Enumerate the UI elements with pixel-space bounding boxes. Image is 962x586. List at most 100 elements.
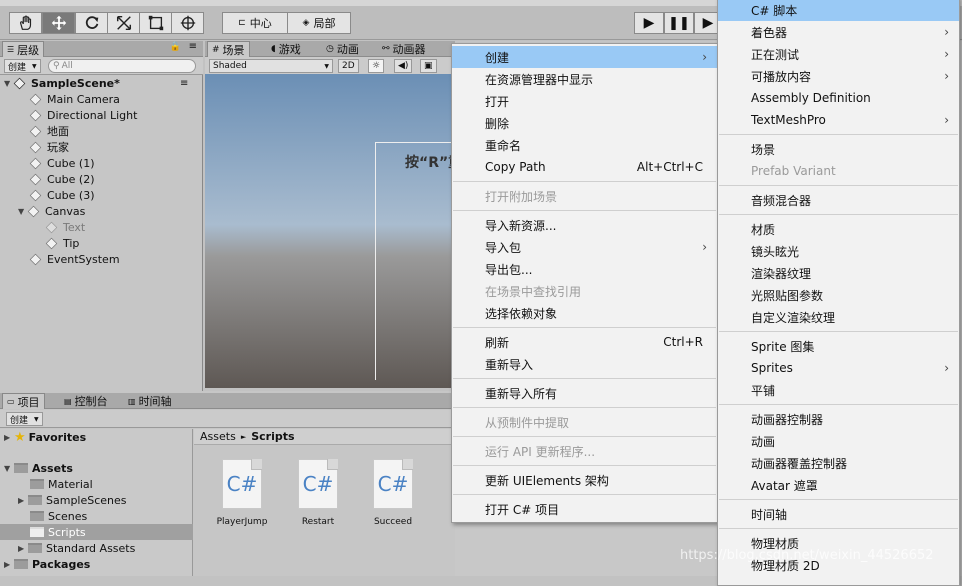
collapse-arrow-icon[interactable]: ▶ (4, 433, 14, 442)
hierarchy-item[interactable]: Directional Light (29, 107, 137, 123)
expand-arrow-icon[interactable]: ▼ (4, 464, 14, 473)
folder-item[interactable]: Scenes (30, 508, 87, 524)
pause-button[interactable]: ❚❚ (664, 12, 694, 34)
menu-item-copy-path[interactable]: Copy Path Alt+Ctrl+C (452, 156, 717, 178)
submenu-item-audio-mixer[interactable]: 音频混合器 (718, 189, 959, 211)
tab-timeline[interactable]: ▥ 时间轴 (124, 393, 176, 409)
tab-animator[interactable]: ⚯ 动画器 (378, 41, 430, 57)
tab-game[interactable]: ◖ 游戏 (267, 41, 305, 57)
folder-item[interactable]: Material (30, 476, 93, 492)
scene-viewport[interactable]: 按“R”重 (205, 74, 462, 388)
menu-item-reimport-all[interactable]: 重新导入所有 (452, 382, 717, 404)
submenu-item-animator-override-controller[interactable]: 动画器覆盖控制器 (718, 452, 959, 474)
tab-hierarchy[interactable]: ☰ 层级 (2, 41, 45, 57)
submenu-item-assembly-definition[interactable]: Assembly Definition (718, 87, 959, 109)
hierarchy-create-dropdown[interactable]: 创建 ▼ (4, 59, 41, 73)
scene-menu-icon[interactable]: ≡ (180, 78, 188, 89)
collapse-arrow-icon[interactable]: ▶ (4, 560, 14, 569)
submenu-item-sprites[interactable]: Sprites › (718, 357, 959, 379)
script-asset[interactable]: C# Succeed (363, 459, 423, 527)
menu-item-export-package[interactable]: 导出包... (452, 258, 717, 280)
favorites-label: Favorites (28, 430, 87, 444)
submenu-arrow-icon: › (944, 47, 949, 61)
submenu-item-lightmap-parameters[interactable]: 光照贴图参数 (718, 284, 959, 306)
submenu-item-animation[interactable]: 动画 (718, 430, 959, 452)
hierarchy-item[interactable]: 地面 (29, 123, 69, 139)
submenu-item-custom-render-texture[interactable]: 自定义渲染纹理 (718, 306, 959, 328)
tab-animation[interactable]: ◷ 动画 (322, 41, 363, 57)
submenu-item-csharp-script[interactable]: C# 脚本 (718, 0, 959, 21)
scale-tool-button[interactable] (107, 12, 140, 34)
play-button[interactable]: ▶ (634, 12, 664, 34)
space-toggle-button[interactable]: ◈ 局部 (287, 12, 351, 34)
menu-item-open-csharp-project[interactable]: 打开 C# 项目 (452, 498, 717, 520)
folder-item-selected[interactable]: Scripts (0, 524, 193, 540)
tab-project[interactable]: ▭ 项目 (2, 393, 45, 409)
submenu-item-material[interactable]: 材质 (718, 218, 959, 240)
panel-menu-icon[interactable]: ≡ (189, 41, 197, 52)
folder-item[interactable]: ▶ Standard Assets (18, 540, 135, 556)
breadcrumb-root[interactable]: Assets (200, 430, 236, 443)
menu-item-show-in-explorer[interactable]: 在资源管理器中显示 (452, 68, 717, 90)
tab-console[interactable]: ▤ 控制台 (60, 393, 112, 409)
menu-item-reimport[interactable]: 重新导入 (452, 353, 717, 375)
submenu-item-sprite-atlas[interactable]: Sprite 图集 (718, 335, 959, 357)
submenu-item-timeline[interactable]: 时间轴 (718, 503, 959, 525)
submenu-item-scene[interactable]: 场景 (718, 138, 959, 160)
lighting-toggle-button[interactable]: ☼ (368, 59, 385, 73)
hierarchy-item[interactable]: Cube (1) (29, 155, 94, 171)
submenu-item-playables[interactable]: 可播放内容 › (718, 65, 959, 87)
favorites-item[interactable]: ▶ ★ Favorites (4, 429, 86, 445)
hierarchy-item[interactable]: Cube (3) (29, 187, 94, 203)
hierarchy-item[interactable]: EventSystem (29, 251, 120, 267)
hierarchy-item[interactable]: Cube (2) (29, 171, 94, 187)
hand-tool-button[interactable] (9, 12, 42, 34)
transform-tool-button[interactable] (171, 12, 204, 34)
audio-toggle-button[interactable]: ◀) (394, 59, 413, 73)
shading-mode-dropdown[interactable]: Shaded ▼ (209, 59, 333, 73)
submenu-item-testing[interactable]: 正在测试 › (718, 43, 959, 65)
rotate-tool-button[interactable] (75, 12, 108, 34)
submenu-item-avatar-mask[interactable]: Avatar 遮罩 (718, 474, 959, 496)
scene-root[interactable]: ▼ SampleScene* ≡ (4, 75, 188, 91)
submenu-item-animator-controller[interactable]: 动画器控制器 (718, 408, 959, 430)
hierarchy-search-input[interactable]: ⚲ All (48, 59, 196, 73)
effects-dropdown[interactable]: ▣ (420, 59, 437, 73)
menu-item-refresh[interactable]: 刷新 Ctrl+R (452, 331, 717, 353)
hierarchy-item[interactable]: 玩家 (29, 139, 69, 155)
script-asset[interactable]: C# Restart (288, 459, 348, 527)
hierarchy-item[interactable]: Text (45, 219, 85, 235)
menu-item-update-uielements-schema[interactable]: 更新 UIElements 架构 (452, 469, 717, 491)
submenu-item-lens-flare[interactable]: 镜头眩光 (718, 240, 959, 262)
menu-item-open[interactable]: 打开 (452, 90, 717, 112)
script-asset[interactable]: C# PlayerJump (212, 459, 272, 527)
hierarchy-item[interactable]: Tip (45, 235, 79, 251)
hierarchy-item[interactable]: Main Camera (29, 91, 120, 107)
packages-folder[interactable]: ▶ Packages (4, 556, 90, 572)
menu-item-import-package[interactable]: 导入包 › (452, 236, 717, 258)
submenu-item-shader[interactable]: 着色器 › (718, 21, 959, 43)
move-tool-button[interactable] (42, 12, 75, 34)
menu-item-import-new-asset[interactable]: 导入新资源... (452, 214, 717, 236)
menu-label: 镜头眩光 (751, 244, 800, 259)
menu-item-delete[interactable]: 删除 (452, 112, 717, 134)
menu-item-create[interactable]: 创建 › (452, 46, 717, 68)
collapse-arrow-icon[interactable]: ▶ (18, 496, 28, 505)
submenu-item-textmeshpro[interactable]: TextMeshPro › (718, 109, 959, 131)
pivot-toggle-button[interactable]: ⊏ 中心 (222, 12, 288, 34)
2d-toggle-button[interactable]: 2D (338, 59, 359, 73)
lock-icon[interactable]: 🔒 (170, 42, 181, 52)
project-create-dropdown[interactable]: 创建 ▼ (6, 412, 43, 426)
rect-tool-button[interactable] (139, 12, 172, 34)
folder-label: Scenes (48, 509, 88, 523)
assets-folder[interactable]: ▼ Assets (4, 460, 73, 476)
menu-item-rename[interactable]: 重命名 (452, 134, 717, 156)
submenu-item-tile[interactable]: 平铺 (718, 379, 959, 401)
folder-item[interactable]: ▶ SampleScenes (18, 492, 127, 508)
collapse-arrow-icon[interactable]: ▶ (18, 544, 28, 553)
tab-scene[interactable]: # 场景 (207, 41, 250, 57)
menu-item-select-dependencies[interactable]: 选择依赖对象 (452, 302, 717, 324)
hierarchy-item[interactable]: ▼ Canvas (18, 203, 85, 219)
submenu-item-render-texture[interactable]: 渲染器纹理 (718, 262, 959, 284)
asset-name: Succeed (373, 517, 413, 527)
